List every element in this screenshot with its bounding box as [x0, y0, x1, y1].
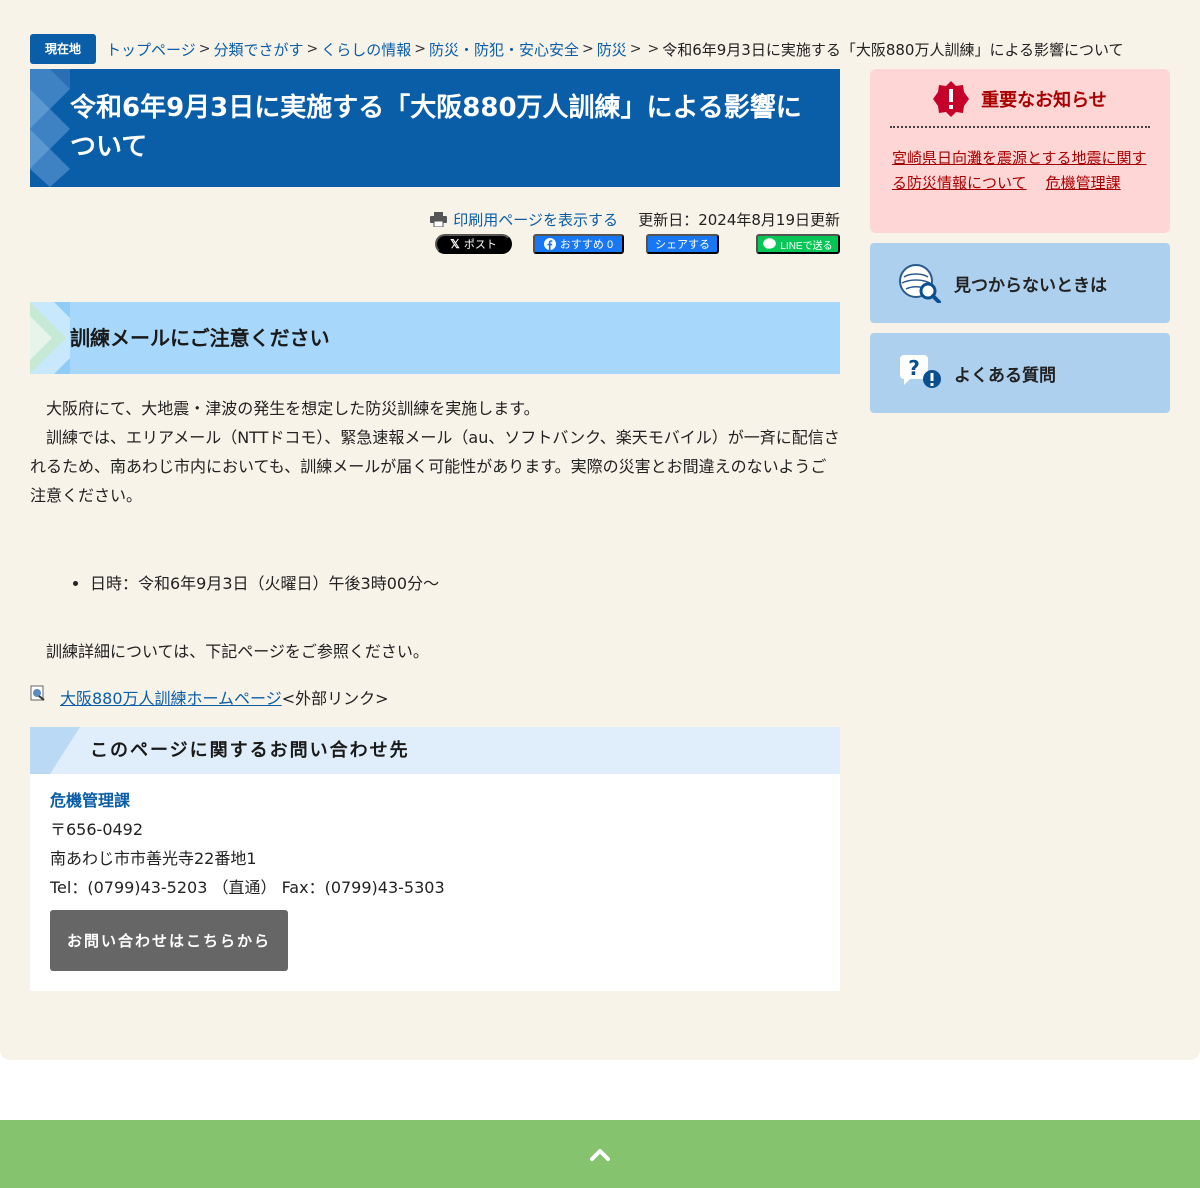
- important-notice-box: 重要なお知らせ 宮崎県日向灘を震源とする地震に関する防災情報について 危機管理課: [870, 69, 1170, 233]
- print-page-label: 印刷用ページを表示する: [453, 211, 618, 229]
- main-content: 令和6年9月3日に実施する「大阪880万人訓練」による影響について 印刷用ページ…: [30, 69, 840, 991]
- line-icon: [763, 238, 777, 250]
- breadcrumb: 現在地 トップページ > 分類でさがす > くらしの情報 > 防災・防犯・安心安…: [30, 34, 1180, 64]
- external-link-icon: [30, 685, 45, 701]
- print-page-link[interactable]: 印刷用ページを表示する: [430, 209, 618, 230]
- page-title: 令和6年9月3日に実施する「大阪880万人訓練」による影響について: [70, 93, 802, 162]
- x-post-button[interactable]: 𝕏 ポスト: [435, 234, 512, 254]
- chevron-up-icon: [590, 1149, 610, 1161]
- facebook-like-label: おすすめ 0: [559, 239, 614, 251]
- breadcrumb-separator: >: [198, 41, 211, 57]
- intro-paragraph: 大阪府にて、大地震・津波の発生を想定した防災訓練を実施します。: [46, 399, 540, 418]
- contact-heading-decoration: [30, 727, 80, 774]
- date-list: 日時：令和6年9月3日（火曜日）午後3時00分～: [90, 572, 840, 596]
- updated-date: 更新日：2024年8月19日更新: [638, 211, 840, 229]
- current-location-badge: 現在地: [30, 34, 97, 64]
- contact-heading: このページに関するお問い合わせ先: [90, 740, 410, 761]
- breadcrumb-separator: >: [629, 41, 642, 57]
- x-logo-icon: 𝕏: [450, 237, 460, 251]
- notice-body: 宮崎県日向灘を震源とする地震に関する防災情報について 危機管理課: [892, 146, 1152, 196]
- x-post-label: ポスト: [463, 239, 497, 251]
- page-title-box: 令和6年9月3日に実施する「大阪880万人訓練」による影響について: [30, 69, 840, 187]
- contact-postal-code: 〒656-0492: [50, 820, 144, 839]
- line-send-button[interactable]: LINEで送る: [756, 234, 840, 254]
- notice-link-department[interactable]: 危機管理課: [1046, 174, 1121, 192]
- faq-label: よくある質問: [954, 365, 1056, 386]
- section-heading-decoration: [30, 302, 70, 374]
- section-body: 大阪府にて、大地震・津波の発生を想定した防災訓練を実施します。 訓練では、エリア…: [30, 394, 840, 510]
- contact-body: 危機管理課 〒656-0492 南あわじ市市善光寺22番地1 Tel：(0799…: [30, 774, 840, 991]
- svg-text:?: ?: [908, 356, 920, 380]
- facebook-share-button[interactable]: シェアする: [646, 234, 719, 254]
- contact-address: 南あわじ市市善光寺22番地1: [50, 849, 257, 868]
- breadcrumb-link-disaster[interactable]: 防災: [597, 39, 627, 60]
- faq-button[interactable]: ? よくある質問: [870, 333, 1170, 413]
- alert-icon: [933, 81, 970, 117]
- title-decoration: [30, 69, 70, 187]
- breadcrumb-link-category[interactable]: 分類でさがす: [213, 39, 303, 60]
- notice-title: 重要なお知らせ: [981, 90, 1107, 111]
- breadcrumb-separator: >: [306, 41, 319, 57]
- breadcrumb-separator: >: [581, 41, 594, 57]
- reference-paragraph: 訓練詳細については、下記ページをご参照ください。: [46, 642, 429, 661]
- section-heading-box: 訓練メールにご注意ください: [30, 302, 840, 374]
- external-link-row: 大阪880万人訓練ホームページ <外部リンク>: [30, 684, 840, 710]
- osaka-drill-homepage-link[interactable]: 大阪880万人訓練ホームページ: [60, 685, 282, 709]
- breadcrumb-separator: >: [647, 41, 660, 57]
- facebook-icon: [543, 238, 556, 250]
- external-link-note: <外部リンク>: [281, 689, 389, 708]
- page-meta: 印刷用ページを表示する 更新日：2024年8月19日更新 𝕏 ポスト おすすめ …: [30, 187, 840, 277]
- footer-bar: [0, 1120, 1200, 1188]
- breadcrumb-link-living[interactable]: くらしの情報: [321, 39, 411, 60]
- notice-header: 重要なお知らせ: [870, 81, 1170, 117]
- back-to-top-button[interactable]: [580, 1134, 620, 1174]
- not-found-help-button[interactable]: 見つからないときは: [870, 243, 1170, 323]
- detail-paragraph: 訓練では、エリアメール（NTTドコモ）、緊急速報メール（au、ソフトバンク、楽天…: [30, 428, 840, 505]
- line-send-label: LINEで送る: [780, 240, 833, 252]
- facebook-like-button[interactable]: おすすめ 0: [533, 234, 624, 254]
- breadcrumb-current: 令和6年9月3日に実施する「大阪880万人訓練」による影響について: [662, 40, 1124, 59]
- breadcrumb-separator: >: [414, 41, 426, 57]
- contact-heading-box: このページに関するお問い合わせ先: [30, 727, 840, 774]
- contact-department: 危機管理課: [50, 791, 131, 810]
- breadcrumb-link-top[interactable]: トップページ: [106, 39, 196, 60]
- not-found-help-label: 見つからないときは: [954, 275, 1107, 296]
- page-background: 現在地 トップページ > 分類でさがす > くらしの情報 > 防災・防犯・安心安…: [0, 0, 1200, 1060]
- faq-icon: ?: [900, 355, 941, 388]
- breadcrumb-link-safety[interactable]: 防災・防犯・安心安全: [429, 39, 579, 60]
- contact-box: このページに関するお問い合わせ先 危機管理課 〒656-0492 南あわじ市市善…: [30, 727, 840, 991]
- printer-icon: [430, 212, 448, 227]
- inquiry-button[interactable]: お問い合わせはこちらから: [50, 910, 288, 971]
- contact-phone-fax: Tel：(0799)43-5203 （直通） Fax：(0799)43-5303: [50, 878, 445, 897]
- section-heading: 訓練メールにご注意ください: [70, 326, 330, 350]
- share-buttons: 𝕏 ポスト おすすめ 0 シェアする LINEで送る: [435, 234, 840, 254]
- search-help-icon: [899, 264, 941, 303]
- list-item-date: 日時：令和6年9月3日（火曜日）午後3時00分～: [90, 572, 840, 596]
- notice-divider: [890, 126, 1150, 128]
- facebook-share-label: シェアする: [655, 239, 710, 251]
